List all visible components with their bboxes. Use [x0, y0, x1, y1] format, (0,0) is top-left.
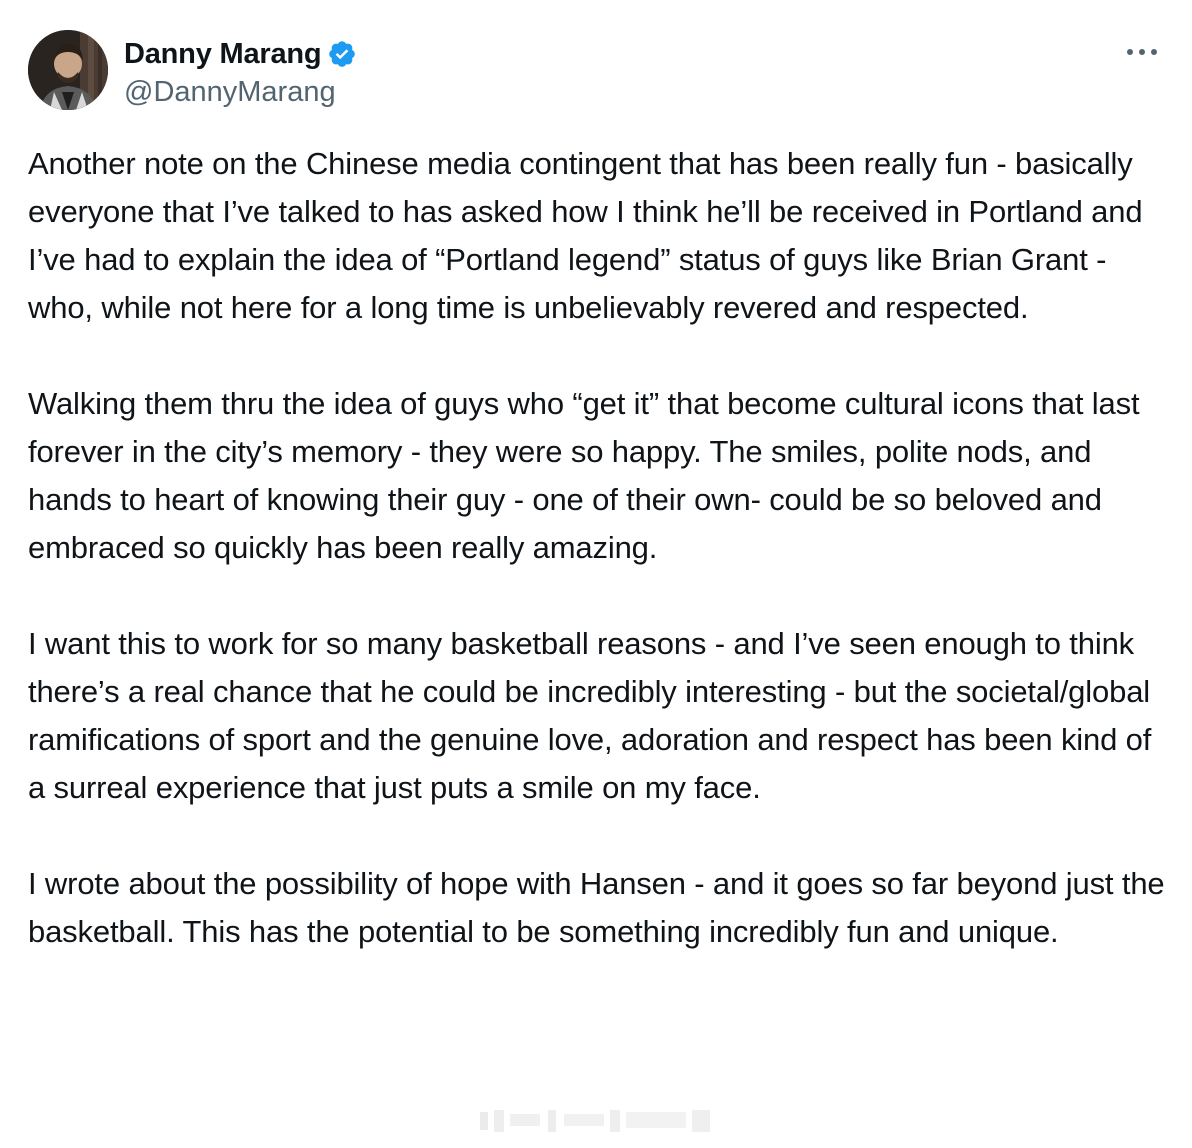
tweet-paragraph: I wrote about the possibility of hope wi… — [28, 866, 1165, 949]
display-name[interactable]: Danny Marang — [124, 38, 322, 71]
tweet-text: Another note on the Chinese media contin… — [28, 140, 1168, 956]
tweet-paragraph: I want this to work for so many basketba… — [28, 626, 1152, 805]
avatar[interactable] — [28, 30, 108, 110]
author-handle[interactable]: @DannyMarang — [124, 76, 357, 109]
avatar-image — [28, 30, 108, 110]
verified-badge-icon[interactable] — [327, 39, 357, 69]
tweet: Danny Marang @DannyMarang Another note o… — [0, 0, 1192, 1148]
watermark — [470, 1100, 720, 1140]
author-names: Danny Marang @DannyMarang — [124, 34, 357, 109]
tweet-paragraph: Walking them thru the idea of guys who “… — [28, 386, 1140, 565]
tweet-header: Danny Marang @DannyMarang — [28, 30, 357, 114]
more-horizontal-icon[interactable] — [1124, 40, 1160, 64]
name-row: Danny Marang — [124, 34, 357, 74]
tweet-paragraph: Another note on the Chinese media contin… — [28, 146, 1143, 325]
